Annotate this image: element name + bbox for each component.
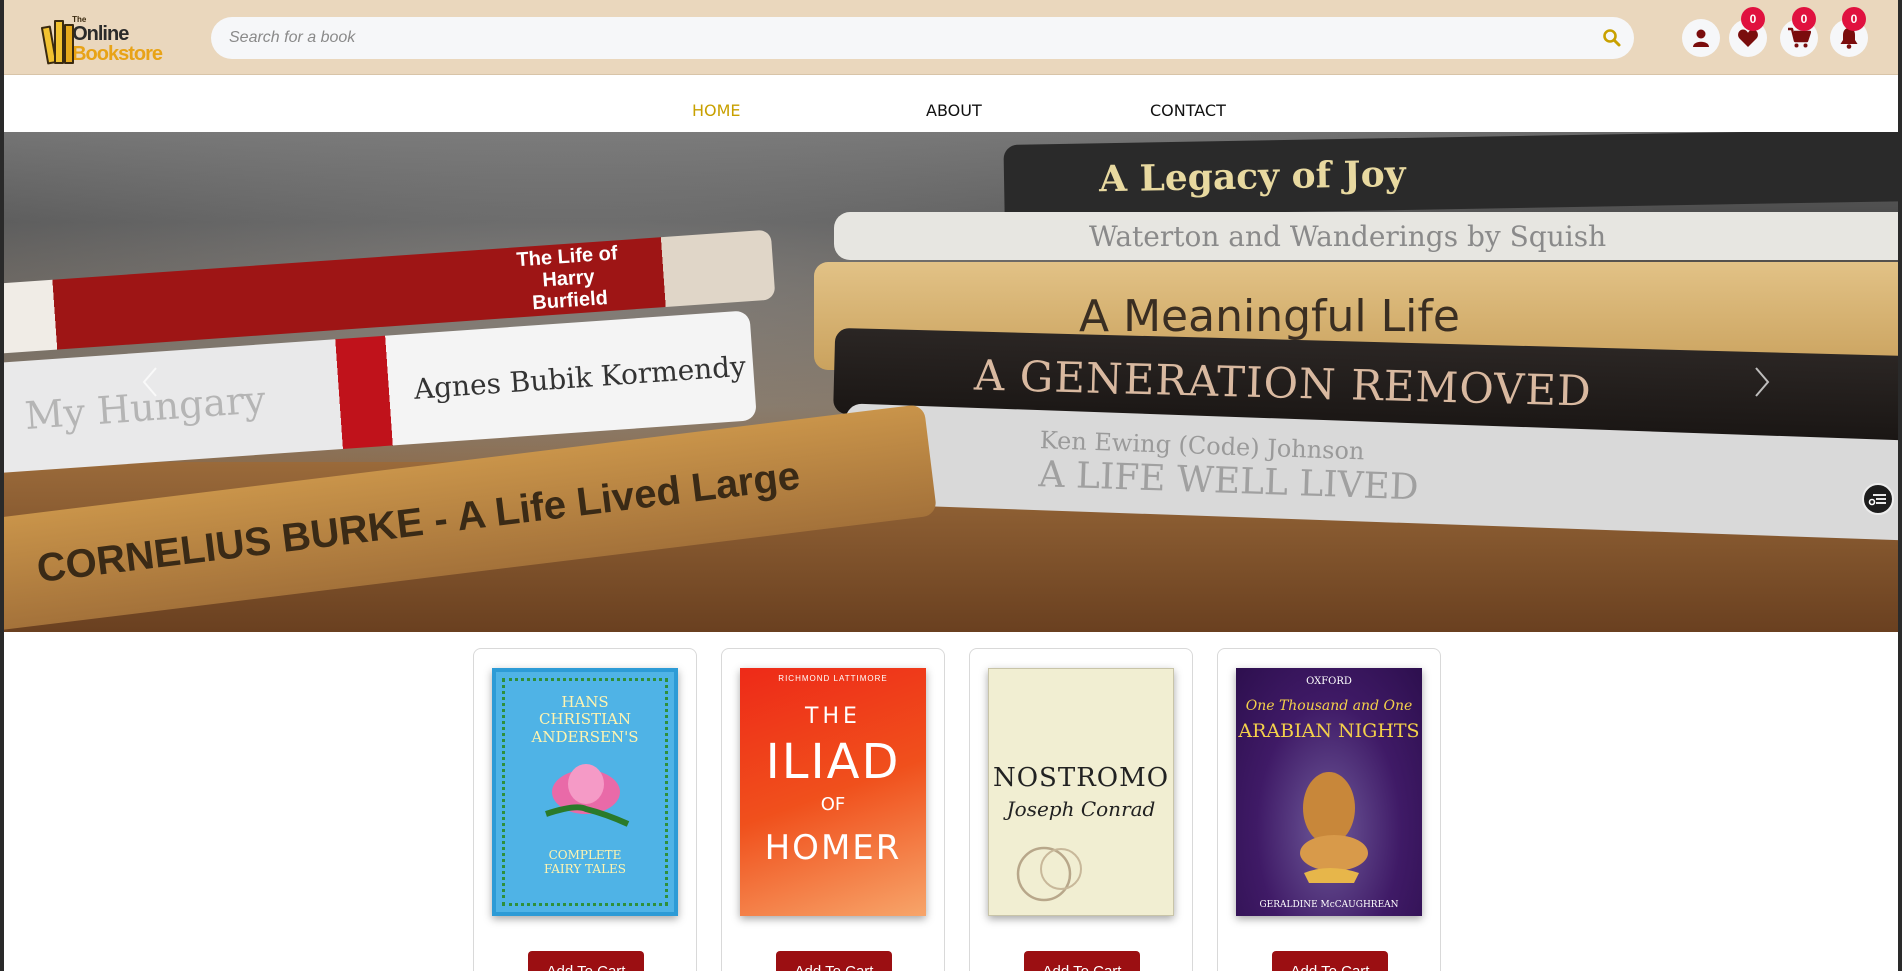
search-icon[interactable] (1602, 28, 1622, 48)
book-cover[interactable]: RICHMOND LATTIMORE THE ILIAD OF HOMER (740, 668, 926, 916)
genie-illustration (1300, 772, 1368, 883)
book-cover[interactable]: NOSTROMO Joseph Conrad (988, 668, 1174, 916)
carousel-next-icon[interactable] (1748, 362, 1776, 402)
coffee-stain-illustration (1016, 846, 1082, 902)
book-card: NOSTROMO Joseph Conrad Add To Cart (969, 648, 1193, 971)
logo-online-text: Online (72, 23, 129, 45)
nav-about-link[interactable]: ABOUT (926, 101, 982, 120)
side-settings-button[interactable] (1862, 483, 1894, 515)
book-card: OXFORD One Thousand and One ARABIAN NIGH… (1217, 648, 1441, 971)
search-input[interactable] (211, 17, 1634, 59)
hero-carousel: A Legacy of Joy Waterton and Wanderings … (4, 132, 1898, 632)
wishlist-count-badge: 0 (1741, 7, 1765, 31)
logo-bookstore-text: Bookstore (72, 43, 163, 65)
cart-button[interactable]: 0 (1780, 7, 1818, 57)
book-spine: Waterton and Wanderings by Squish (834, 212, 1898, 260)
sliders-icon (1868, 494, 1886, 506)
site-header: The Online Bookstore 0 (4, 0, 1898, 75)
nav-contact-link[interactable]: CONTACT (1150, 101, 1226, 120)
book-card: RICHMOND LATTIMORE THE ILIAD OF HOMER Ad… (721, 648, 945, 971)
nav-home-link[interactable]: HOME (692, 101, 741, 120)
add-to-cart-button[interactable]: Add To Cart (528, 951, 644, 971)
books-logo-icon (40, 16, 74, 65)
carousel-prev-icon[interactable] (136, 362, 164, 402)
heart-icon (1738, 29, 1758, 47)
search-bar (211, 17, 1634, 59)
add-to-cart-button[interactable]: Add To Cart (776, 951, 892, 971)
notifications-count-badge: 0 (1842, 7, 1866, 31)
book-card: HANS CHRISTIAN ANDERSEN'S COMPLETE FAIRY… (473, 648, 697, 971)
book-cover[interactable]: HANS CHRISTIAN ANDERSEN'S COMPLETE FAIRY… (492, 668, 678, 916)
cart-count-badge: 0 (1792, 7, 1816, 31)
book-cover[interactable]: OXFORD One Thousand and One ARABIAN NIGH… (1236, 668, 1422, 916)
flower-illustration (545, 764, 630, 827)
notifications-button[interactable]: 0 (1830, 7, 1868, 57)
site-logo[interactable]: The Online Bookstore (40, 14, 163, 66)
add-to-cart-button[interactable]: Add To Cart (1272, 951, 1388, 971)
browser-viewport: The Online Bookstore 0 (0, 0, 1902, 971)
wishlist-button[interactable]: 0 (1729, 7, 1767, 57)
add-to-cart-button[interactable]: Add To Cart (1024, 951, 1140, 971)
user-icon (1693, 29, 1709, 47)
user-account-button[interactable] (1682, 19, 1720, 57)
main-navigation: HOME ABOUT CONTACT (4, 75, 1898, 132)
